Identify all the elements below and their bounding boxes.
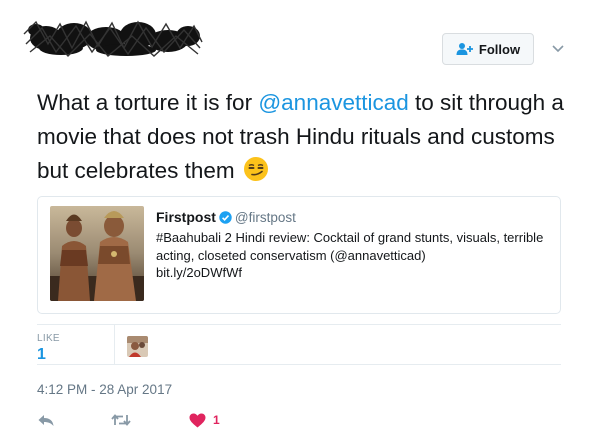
stats-separator (114, 325, 115, 364)
retweet-button[interactable] (111, 409, 131, 431)
tweet-text: What a torture it is for @annavetticad t… (37, 86, 567, 188)
follow-button-label: Follow (478, 41, 521, 57)
follow-button[interactable]: Follow (442, 33, 534, 65)
verified-badge-icon (219, 210, 232, 224)
quoted-tweet-image (50, 206, 144, 301)
chevron-down-icon[interactable] (551, 41, 565, 55)
liker-avatar[interactable] (127, 336, 148, 357)
quoted-tweet[interactable]: Firstpost @firstpost #Baahubali 2 Hindi … (37, 196, 561, 314)
heart-icon (189, 413, 206, 427)
likes-count[interactable]: 1 (37, 346, 46, 364)
add-user-icon (456, 43, 473, 55)
like-count: 1 (213, 413, 220, 427)
smirking-face-icon (243, 157, 268, 181)
redacted-username (23, 20, 203, 58)
quoted-author[interactable]: Firstpost @firstpost (156, 209, 296, 225)
stats-divider-top (37, 324, 561, 325)
retweet-icon (111, 414, 131, 426)
tweet-timestamp[interactable]: 4:12 PM - 28 Apr 2017 (37, 382, 172, 397)
tweet-text-before: What a torture it is for (37, 90, 259, 115)
mention-link[interactable]: @annavetticad (258, 90, 408, 115)
tweet-header: Follow (0, 0, 600, 84)
quoted-tweet-body: #Baahubali 2 Hindi review: Cocktail of g… (156, 230, 544, 263)
reply-icon (38, 415, 54, 426)
quoted-author-handle: @firstpost (234, 209, 296, 225)
like-button[interactable]: 1 (189, 409, 220, 431)
quoted-tweet-link[interactable]: bit.ly/2oDWfWf (156, 265, 242, 280)
stats-divider-bottom (37, 364, 561, 365)
quoted-author-name: Firstpost (156, 209, 216, 225)
quoted-tweet-text: #Baahubali 2 Hindi review: Cocktail of g… (156, 229, 551, 282)
likes-label: LIKE (37, 333, 60, 344)
reply-button[interactable] (37, 409, 55, 431)
